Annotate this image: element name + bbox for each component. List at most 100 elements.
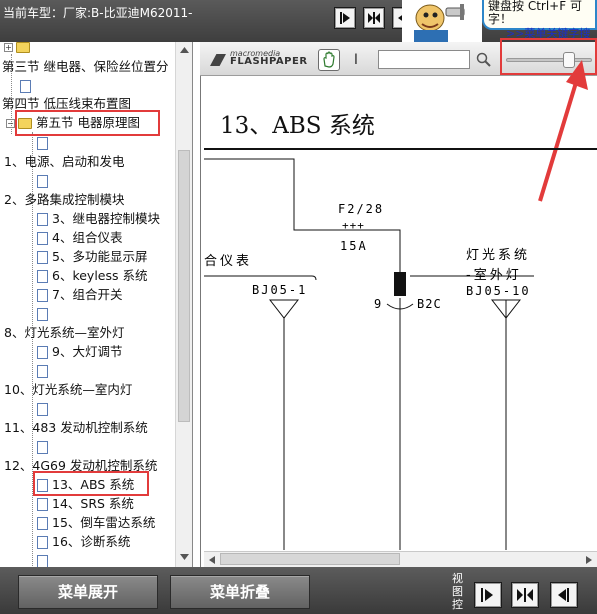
highlight-abs xyxy=(33,471,149,496)
connector-left xyxy=(268,299,300,319)
tree-item-label: 5、多功能显示屏 xyxy=(52,249,148,264)
tree-item-label: 10、灯光系统—室内灯 xyxy=(4,382,133,397)
circuit-diagram xyxy=(204,158,534,550)
tree-item[interactable] xyxy=(37,361,48,380)
highlight-section5 xyxy=(15,110,160,136)
tip-mascot xyxy=(402,0,482,42)
fuse-block xyxy=(394,272,406,296)
document-icon xyxy=(37,137,48,150)
scroll-up-icon xyxy=(180,47,189,53)
left-label: 合仪表 xyxy=(204,254,253,269)
tree-item-label: 2、多路集成控制模块 xyxy=(4,192,125,207)
collapse-icon[interactable]: − xyxy=(6,119,15,128)
expand-horizontal-icon xyxy=(517,588,533,602)
document-icon xyxy=(37,308,48,321)
tree-item[interactable] xyxy=(37,171,48,190)
document-icon xyxy=(37,213,48,226)
tree-item-label: 8、灯光系统—室外灯 xyxy=(4,325,125,340)
tree-item-label: 14、SRS 系统 xyxy=(52,496,134,511)
hand-tool-button[interactable] xyxy=(318,49,340,71)
scroll-left-icon xyxy=(209,556,215,564)
document-icon xyxy=(37,346,48,359)
flashpaper-logo-icon xyxy=(210,54,226,66)
tree-item[interactable]: 5、多功能显示屏 xyxy=(37,247,147,266)
tree-item[interactable]: 7、组合开关 xyxy=(37,285,122,304)
tree-item[interactable]: 9、大灯调节 xyxy=(37,342,122,361)
tree-item[interactable] xyxy=(37,399,48,418)
tree-item[interactable]: 16、诊断系统 xyxy=(37,532,130,551)
tree-item-label: 9、大灯调节 xyxy=(52,344,123,359)
scroll-down-icon xyxy=(180,554,189,560)
mid-connector-label: B2C xyxy=(417,297,442,311)
tree-item-label: 4、组合仪表 xyxy=(52,230,123,245)
fit-width-button[interactable] xyxy=(363,7,385,29)
tree-item-label: 6、keyless 系统 xyxy=(52,268,148,283)
tree-item[interactable] xyxy=(37,437,48,456)
tree-item-label: 3、继电器控制模块 xyxy=(52,211,160,226)
right-label-2: -室外灯 xyxy=(466,268,522,283)
tree-item[interactable]: 第三节 继电器、保险丝位置分 xyxy=(2,57,168,76)
expand-horizontal-icon xyxy=(368,12,380,24)
arrow-right-icon xyxy=(481,588,493,602)
fuse-marks: +++ xyxy=(342,219,365,232)
left-connector-label: BJ05-1 xyxy=(252,283,308,297)
view-prev-button[interactable] xyxy=(550,582,578,608)
hand-icon xyxy=(323,51,335,68)
tree-item[interactable]: 8、灯光系统—室外灯 xyxy=(4,323,124,342)
fuse-rating: 15A xyxy=(340,239,368,253)
tree-item[interactable]: 3、继电器控制模块 xyxy=(37,209,160,228)
document-title: 13、ABS 系统 xyxy=(220,113,375,139)
bracket-left xyxy=(204,275,317,281)
tree-item-label: 第四节 低压线束布置图 xyxy=(2,96,131,111)
document-icon xyxy=(37,536,48,549)
tree-item[interactable]: 6、keyless 系统 xyxy=(37,266,148,285)
document-icon xyxy=(37,175,48,188)
arrow-left-icon xyxy=(558,588,569,602)
tree-item-label: 15、倒车雷达系统 xyxy=(52,515,156,530)
tree-item-label: 11、483 发动机控制系统 xyxy=(4,420,148,435)
document-icon xyxy=(37,498,48,511)
document-icon xyxy=(37,289,48,302)
search-button[interactable] xyxy=(474,50,494,69)
collapse-menu-button[interactable]: 菜单折叠 xyxy=(170,575,310,609)
folder-icon xyxy=(16,42,30,53)
search-input[interactable] xyxy=(378,50,470,69)
tree-item[interactable] xyxy=(37,304,48,323)
view-next-button[interactable] xyxy=(474,582,502,608)
document-hscroll-thumb[interactable] xyxy=(220,553,400,565)
tree-item[interactable]: + xyxy=(4,37,30,56)
scroll-right-icon xyxy=(586,556,592,564)
document-icon xyxy=(37,365,48,378)
right-connector-label: BJ05-10 xyxy=(466,284,531,298)
expand-menu-button[interactable]: 菜单展开 xyxy=(18,575,158,609)
next-page-button[interactable] xyxy=(334,7,356,29)
document-icon xyxy=(20,80,31,93)
flashpaper-brand: FLASHPAPER xyxy=(230,56,308,67)
fuse-label: F2/28 xyxy=(338,202,385,216)
arrow-right-icon xyxy=(340,12,350,24)
document-icon xyxy=(37,232,48,245)
right-label-1: 灯光系统 xyxy=(466,248,531,263)
document-icon xyxy=(37,251,48,264)
document-icon xyxy=(37,403,48,416)
tree-scroll-thumb[interactable] xyxy=(178,150,190,422)
car-model-label: 当前车型：厂家:B-比亚迪M62011- xyxy=(3,6,193,20)
tree-item[interactable]: 1、电源、启动和发电 xyxy=(4,152,124,171)
tree-item[interactable] xyxy=(20,76,31,95)
text-select-tool[interactable]: I xyxy=(349,49,363,71)
magnifier-icon xyxy=(476,52,491,67)
tree-item-label: 1、电源、启动和发电 xyxy=(4,154,125,169)
document-icon xyxy=(37,441,48,454)
view-fit-button[interactable] xyxy=(511,582,539,608)
tree-item[interactable]: 2、多路集成控制模块 xyxy=(4,190,124,209)
tree-item[interactable]: 10、灯光系统—室内灯 xyxy=(4,380,132,399)
tree-item[interactable]: 4、组合仪表 xyxy=(37,228,122,247)
tree-item[interactable]: 14、SRS 系统 xyxy=(37,494,134,513)
tree-item[interactable]: 11、483 发动机控制系统 xyxy=(4,418,148,437)
expand-icon[interactable]: + xyxy=(4,43,13,52)
tree-scrollbar[interactable] xyxy=(175,42,192,567)
tree-item-label: 7、组合开关 xyxy=(52,287,123,302)
tree-item[interactable]: 15、倒车雷达系统 xyxy=(37,513,155,532)
mascot-icon xyxy=(402,0,482,42)
document-icon xyxy=(37,270,48,283)
